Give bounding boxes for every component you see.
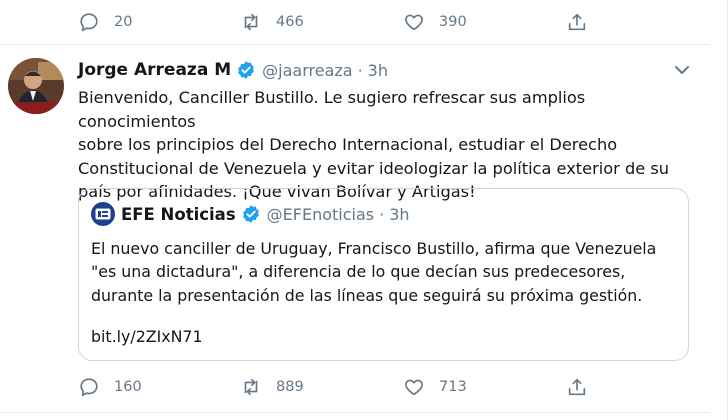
- retweet-icon: [244, 13, 258, 31]
- quoted-tweet-link[interactable]: bit.ly/2ZIxN71: [91, 327, 203, 346]
- like-button[interactable]: 713: [403, 372, 467, 402]
- like-count: 713: [439, 379, 467, 395]
- reply-count: 160: [114, 379, 142, 395]
- previous-tweet-actions: 20 466 390: [0, 7, 728, 37]
- efe-logo-icon: [91, 202, 115, 226]
- like-icon: [405, 14, 423, 31]
- quoted-tweet-text: El nuevo canciller de Uruguay, Francisco…: [91, 239, 657, 305]
- reply-count: 20: [114, 14, 133, 30]
- tweet-timestamp[interactable]: 3h: [368, 61, 388, 80]
- tweet-header: Jorge Arreaza M @jaarreaza · 3h: [78, 58, 388, 82]
- like-icon: [405, 379, 423, 396]
- retweet-icon: [244, 378, 258, 396]
- tweet-actions: 160 889 713: [0, 372, 728, 402]
- reply-icon: [80, 378, 98, 397]
- reply-icon: [80, 13, 98, 32]
- quoted-tweet[interactable]: EFE Noticias @EFEnoticias · 3h El nuevo …: [78, 188, 689, 361]
- quoted-author-name[interactable]: EFE Noticias: [121, 205, 236, 224]
- tweet-divider: [0, 44, 710, 45]
- retweet-button[interactable]: 466: [240, 7, 304, 37]
- retweet-count: 466: [276, 14, 304, 30]
- like-count: 390: [439, 14, 467, 30]
- chevron-down-icon[interactable]: [672, 62, 692, 78]
- author-name[interactable]: Jorge Arreaza M: [78, 60, 231, 80]
- avatar[interactable]: [8, 58, 64, 114]
- share-button[interactable]: [566, 7, 588, 37]
- retweet-button[interactable]: 889: [240, 372, 304, 402]
- retweet-count: 889: [276, 379, 304, 395]
- quoted-author-handle[interactable]: @EFEnoticias: [267, 205, 374, 224]
- quoted-timestamp[interactable]: 3h: [389, 205, 409, 224]
- like-button[interactable]: 390: [403, 7, 467, 37]
- separator-dot: ·: [357, 60, 363, 80]
- share-icon: [568, 378, 586, 396]
- quoted-tweet-header: EFE Noticias @EFEnoticias · 3h: [91, 202, 410, 226]
- verified-icon: [242, 205, 259, 223]
- reply-button[interactable]: 160: [78, 372, 142, 402]
- verified-icon: [238, 61, 255, 79]
- reply-button[interactable]: 20: [78, 7, 132, 37]
- author-handle[interactable]: @jaarreaza: [262, 61, 352, 80]
- share-button[interactable]: [566, 372, 588, 402]
- share-icon: [568, 13, 586, 31]
- quoted-separator-dot: ·: [379, 204, 385, 224]
- tweet-text: Bienvenido, Canciller Bustillo. Le sugie…: [78, 88, 670, 201]
- tweet-divider: [0, 412, 710, 413]
